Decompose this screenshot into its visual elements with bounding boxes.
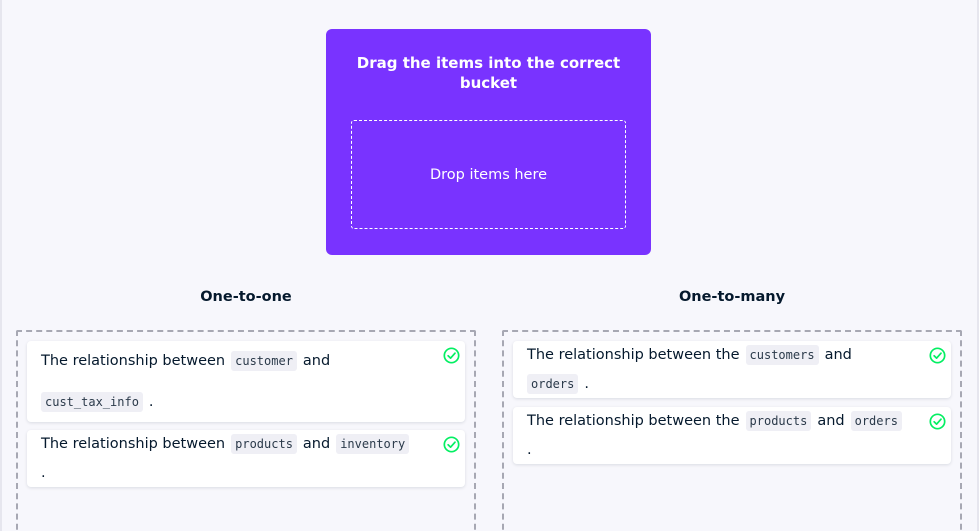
item-code-b: orders xyxy=(527,373,579,394)
item-code-b: orders xyxy=(850,411,902,432)
item-prefix: The relationship between xyxy=(41,353,226,370)
source-card: Drag the items into the correct bucket D… xyxy=(326,29,651,255)
check-circle-icon xyxy=(443,436,460,453)
item-joiner: and xyxy=(817,413,845,430)
item-prefix: The relationship between the xyxy=(527,413,740,430)
item-suffix: . xyxy=(584,375,589,392)
item-code-a: products xyxy=(745,411,812,432)
item-joiner: and xyxy=(302,353,331,370)
item-code-b: inventory xyxy=(336,434,410,455)
bucket-one-to-one[interactable]: The relationship between customer and cu… xyxy=(16,330,476,531)
item-prefix: The relationship between the xyxy=(527,347,740,364)
item-suffix: . xyxy=(527,441,532,458)
item-prefix: The relationship between xyxy=(41,436,226,453)
item-joiner: and xyxy=(302,436,331,453)
source-drop-zone[interactable]: Drop items here xyxy=(351,120,626,229)
draggable-item[interactable]: The relationship between customer and cu… xyxy=(27,341,465,422)
item-joiner: and xyxy=(824,347,852,364)
check-circle-icon xyxy=(929,347,946,364)
item-code-a: products xyxy=(231,434,297,455)
bucket-one-to-many[interactable]: The relationship between the customers a… xyxy=(502,330,962,531)
drop-placeholder: Drop items here xyxy=(429,166,548,183)
check-circle-icon xyxy=(929,413,946,430)
item-code-a: customer xyxy=(231,351,297,372)
item-suffix: . xyxy=(148,393,154,410)
item-suffix: . xyxy=(41,464,46,481)
item-code-a: customers xyxy=(745,345,819,366)
draggable-item[interactable]: The relationship between the products an… xyxy=(513,407,951,464)
bucket-title-one-to-many: One-to-many xyxy=(678,289,786,305)
source-title: Drag the items into the correct bucket xyxy=(356,54,621,92)
item-code-b: cust_tax_info xyxy=(41,391,143,412)
draggable-item[interactable]: The relationship between the customers a… xyxy=(513,341,951,398)
check-circle-icon xyxy=(443,347,460,364)
bucket-title-one-to-one: One-to-one xyxy=(200,289,292,305)
draggable-item[interactable]: The relationship between products and in… xyxy=(27,430,465,487)
